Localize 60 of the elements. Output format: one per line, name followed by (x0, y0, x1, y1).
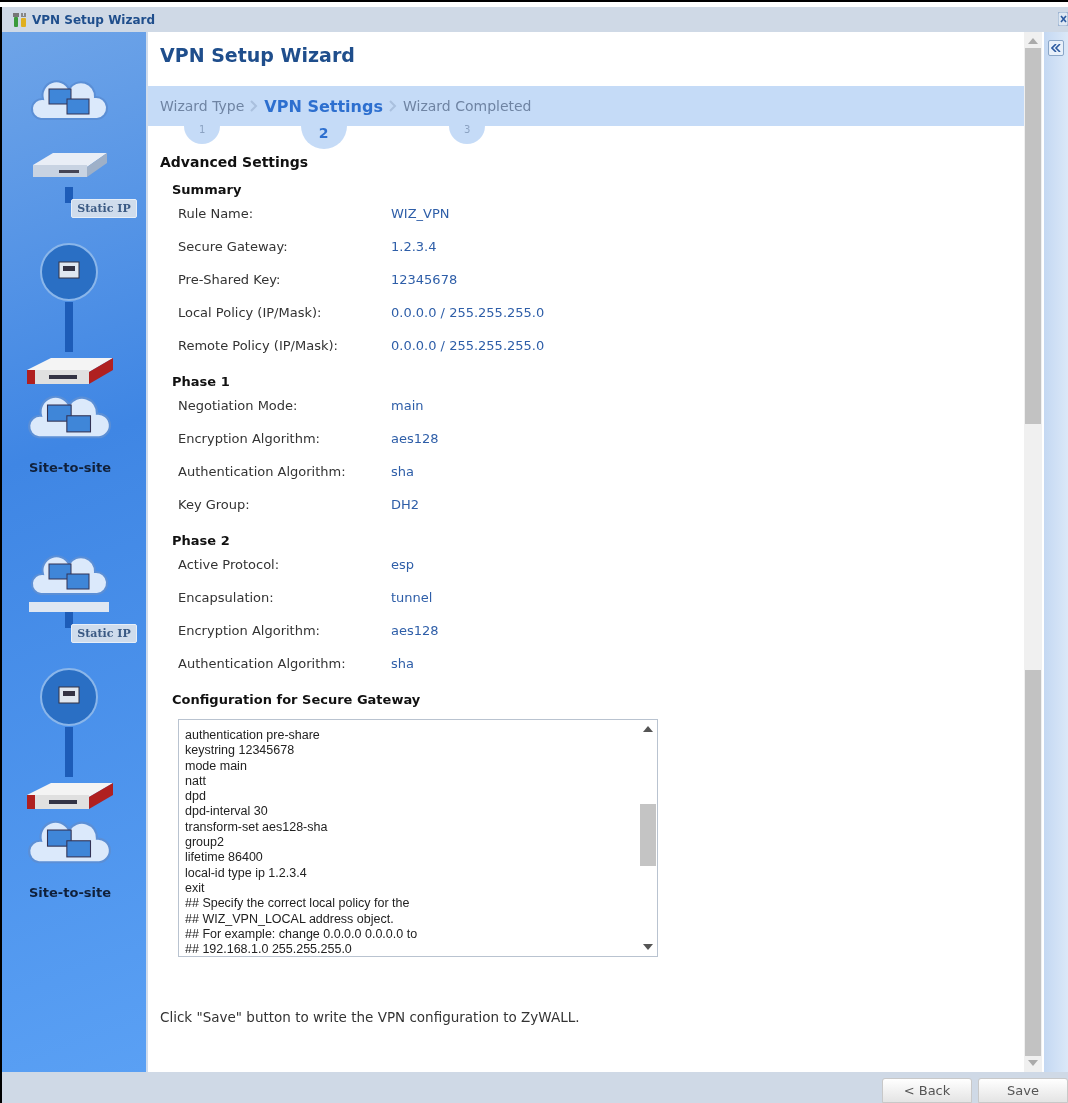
field-value: 1.2.3.4 (391, 239, 437, 254)
step-label: Wizard Type (160, 98, 245, 114)
window-title: VPN Setup Wizard (32, 12, 156, 27)
wizard-button[interactable]: < Back (882, 1078, 972, 1103)
step-label: Wizard Completed (402, 98, 532, 114)
scroll-thumb[interactable] (640, 804, 656, 866)
field-value: sha (391, 656, 414, 671)
chevron-icon (250, 100, 259, 112)
group-heading: Phase 2 (172, 533, 231, 548)
field-label: Pre-Shared Key: (178, 272, 282, 287)
globe-network-icon (39, 242, 99, 302)
static-ip-label: Static IP (71, 199, 137, 218)
field-label: Local Policy (IP/Mask): (178, 305, 323, 320)
field-value: 0.0.0.0 / 255.255.255.0 (391, 338, 545, 353)
field-value: WIZ_VPN (391, 206, 450, 221)
field-value: aes128 (391, 431, 439, 446)
tools-icon (12, 11, 28, 28)
scroll-thumb[interactable] (1025, 48, 1041, 424)
field-label: Encryption Algorithm: (178, 431, 321, 446)
section-heading: Advanced Settings (160, 154, 310, 170)
field-label: Negotiation Mode: (178, 398, 299, 413)
page-heading: VPN Setup Wizard (160, 44, 356, 68)
double-chevron-icon (1051, 44, 1061, 52)
field-label: Encryption Algorithm: (178, 623, 321, 638)
wizard-button[interactable]: Save (978, 1078, 1068, 1103)
group-heading: Configuration for Secure Gateway (172, 692, 422, 707)
scroll-down-icon[interactable] (643, 944, 653, 950)
field-value: 12345678 (391, 272, 458, 287)
globe-network-icon (39, 667, 99, 727)
field-label: Remote Policy (IP/Mask): (178, 338, 339, 353)
field-label: Encapsulation: (178, 590, 275, 605)
config-text-area[interactable]: authentication pre-share keystring 12345678 mode main natt dpd dpd-interval 30 transform-set aes128-sha group2 lifetime 86400 local-id type ip 1.2.3.4 exit ## Specify the correct local policy for the ## WIZ_VPN_LOCAL address object. ## For example: change 0.0.0.0 0.0.0.0 to ## 192.168.1.0 255.255.255.0 (178, 719, 658, 957)
step-number: 3 (449, 126, 486, 144)
field-value: 0.0.0.0 / 255.255.255.0 (391, 305, 545, 320)
close-icon[interactable] (1058, 12, 1068, 26)
field-value: esp (391, 557, 415, 572)
field-value: aes128 (391, 623, 439, 638)
scroll-up-icon[interactable] (643, 726, 653, 732)
scroll-thumb[interactable] (1025, 670, 1041, 1056)
field-value: sha (391, 464, 414, 479)
field-label: Authentication Algorithm: (178, 656, 347, 671)
step-label: VPN Settings (264, 96, 383, 116)
step-number: 1 (184, 126, 221, 144)
field-label: Key Group: (178, 497, 251, 512)
static-ip-label: Static IP (71, 624, 137, 643)
field-value: main (391, 398, 424, 413)
collapse-button[interactable] (1048, 40, 1064, 56)
field-label: Secure Gateway: (178, 239, 289, 254)
field-label: Authentication Algorithm: (178, 464, 347, 479)
field-value: tunnel (391, 590, 433, 605)
field-label: Active Protocol: (178, 557, 281, 572)
field-label: Rule Name: (178, 206, 255, 221)
site-to-site-label: Site-to-site (29, 885, 111, 900)
scrollbar[interactable] (1024, 32, 1042, 1072)
group-heading: Summary (172, 182, 243, 197)
group-heading: Phase 1 (172, 374, 231, 389)
site-to-site-label: Site-to-site (29, 460, 111, 475)
save-hint-text: Click "Save" button to write the VPN configuration to ZyWALL. (160, 1009, 581, 1025)
field-value: DH2 (391, 497, 420, 512)
chevron-icon (388, 100, 397, 112)
